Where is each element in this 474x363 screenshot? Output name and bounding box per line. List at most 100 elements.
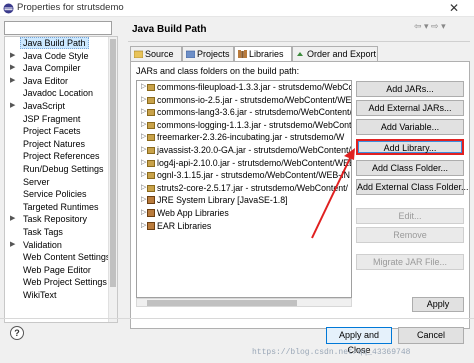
tab-label: Order and Export <box>307 49 377 59</box>
tab-label: Projects <box>197 49 230 59</box>
tree-row[interactable]: ▷ commons-fileupload-1.3.3.jar - strutsde… <box>137 81 351 94</box>
add-external-jars-button[interactable]: Add External JARs... <box>356 100 464 116</box>
tree-row[interactable]: ▷ commons-io-2.5.jar - strutsdemo/WebCont… <box>137 94 351 107</box>
expand-arrow-icon[interactable]: ▶ <box>10 75 15 88</box>
nav-item[interactable]: Server <box>5 176 117 189</box>
jar-icon <box>147 96 155 104</box>
nav-item[interactable]: Javadoc Location <box>5 87 117 100</box>
footer-separator <box>0 318 474 319</box>
filter-input[interactable] <box>4 21 112 35</box>
tab-label: Libraries <box>249 49 284 59</box>
expand-arrow-icon[interactable]: ▷ <box>141 106 146 119</box>
window-titlebar: Properties for strutsdemo ✕ <box>0 0 474 17</box>
tree-row[interactable]: ▷ ognl-3.1.15.jar - strutsdemo/WebContent… <box>137 169 351 182</box>
nav-item[interactable]: ▶ Java Code Style <box>5 50 117 63</box>
jar-icon <box>147 84 155 91</box>
tree-row-label: EAR Libraries <box>157 220 212 231</box>
jar-icon <box>147 134 155 142</box>
library-icon <box>147 208 155 217</box>
expand-arrow-icon[interactable]: ▷ <box>141 157 146 170</box>
edit-button[interactable]: Edit... <box>356 208 464 224</box>
expand-arrow-icon[interactable]: ▶ <box>10 213 15 226</box>
expand-arrow-icon[interactable]: ▶ <box>10 50 15 63</box>
nav-item[interactable]: Web Page Editor <box>5 264 117 277</box>
expand-arrow-icon[interactable]: ▷ <box>141 182 146 195</box>
nav-item[interactable]: Targeted Runtimes <box>5 201 117 214</box>
expand-arrow-icon[interactable]: ▷ <box>141 169 146 182</box>
tab-source[interactable]: Source <box>130 46 182 61</box>
nav-item[interactable]: ▶ Java Compiler <box>5 62 117 75</box>
expand-arrow-icon[interactable]: ▷ <box>141 81 146 94</box>
nav-item[interactable]: Task Tags <box>5 226 117 239</box>
tree-row-label: commons-logging-1.1.3.jar - strutsdemo/W… <box>157 119 352 130</box>
tree-row[interactable]: ▷ struts2-core-2.5.17.jar - strutsdemo/We… <box>137 182 351 195</box>
tree-row[interactable]: ▷ commons-lang3-3.6.jar - strutsdemo/WebC… <box>137 106 351 119</box>
order-export-icon <box>297 52 303 56</box>
migrate-jar-button[interactable]: Migrate JAR File... <box>356 254 464 270</box>
cancel-button[interactable]: Cancel <box>398 327 464 344</box>
expand-arrow-icon[interactable]: ▷ <box>141 144 146 157</box>
expand-arrow-icon[interactable]: ▷ <box>141 119 146 132</box>
add-variable-button[interactable]: Add Variable... <box>356 119 464 135</box>
page-title: Java Build Path <box>132 24 207 35</box>
add-external-class-folder-button[interactable]: Add External Class Folder... <box>356 179 469 195</box>
expand-arrow-icon[interactable]: ▷ <box>141 94 146 107</box>
apply-and-close-button[interactable]: Apply and Close <box>326 327 392 355</box>
tree-row-label: JRE System Library [JavaSE-1.8] <box>157 195 288 206</box>
nav-item[interactable]: Web Content Settings <box>5 251 117 264</box>
nav-item[interactable]: ▶ Validation <box>5 239 117 252</box>
nav-item[interactable]: ▶ JavaScript <box>5 100 117 113</box>
nav-scrollbar[interactable] <box>108 37 117 322</box>
remove-button[interactable]: Remove <box>356 227 464 243</box>
help-icon[interactable]: ? <box>10 326 24 340</box>
add-library-button[interactable]: Add Library... <box>356 139 464 155</box>
nav-item[interactable]: Project Natures <box>5 138 117 151</box>
nav-item[interactable]: Run/Debug Settings <box>5 163 117 176</box>
jar-icon <box>147 172 155 180</box>
window-close-button[interactable]: ✕ <box>434 0 474 17</box>
nav-item[interactable]: ▶ Java Editor <box>5 75 117 88</box>
expand-arrow-icon[interactable]: ▷ <box>141 194 146 207</box>
tree-row[interactable]: ▷ log4j-api-2.10.0.jar - strutsdemo/WebCo… <box>137 157 351 170</box>
nav-item[interactable]: Web Project Settings <box>5 276 117 289</box>
tree-row[interactable]: ▷ freemarker-2.3.26-incubating.jar - stru… <box>137 131 351 144</box>
expand-arrow-icon[interactable]: ▶ <box>10 62 15 75</box>
tree-scrollbar-thumb[interactable] <box>147 300 297 306</box>
nav-item-label: Javadoc Location <box>23 88 94 99</box>
nav-item[interactable]: Project References <box>5 150 117 163</box>
nav-item[interactable]: ▶ Task Repository <box>5 213 117 226</box>
build-path-tree[interactable]: ▷ commons-fileupload-1.3.3.jar - strutsde… <box>136 80 352 298</box>
tree-row-label: Web App Libraries <box>157 207 229 218</box>
tree-row[interactable]: ▷ javassist-3.20.0-GA.jar - strutsdemo/We… <box>137 144 351 157</box>
expand-arrow-icon[interactable]: ▷ <box>141 131 146 144</box>
tab-order-export[interactable]: Order and Export <box>292 46 378 61</box>
nav-item-label: Project Natures <box>23 138 86 149</box>
tab-projects[interactable]: Projects <box>182 46 234 61</box>
expand-arrow-icon[interactable]: ▶ <box>10 100 15 113</box>
nav-scrollbar-thumb[interactable] <box>110 39 116 287</box>
nav-item[interactable]: Java Build Path <box>5 37 117 50</box>
add-jars-button[interactable]: Add JARs... <box>356 81 464 97</box>
tree-row[interactable]: ▷ JRE System Library [JavaSE-1.8] <box>137 194 351 207</box>
tab-libraries[interactable]: Libraries <box>234 46 292 62</box>
nav-item[interactable]: WikiText <box>5 289 117 302</box>
history-navigation[interactable]: ⇦ ▾ ⇨ ▾ <box>414 21 446 32</box>
nav-item-label: Task Repository <box>23 214 88 225</box>
add-class-folder-button[interactable]: Add Class Folder... <box>356 160 464 176</box>
tree-row[interactable]: ▷ Web App Libraries <box>137 207 351 220</box>
eclipse-app-icon <box>3 3 14 14</box>
nav-item[interactable]: Service Policies <box>5 188 117 201</box>
expand-arrow-icon[interactable]: ▶ <box>10 239 15 252</box>
title-separator <box>128 41 470 42</box>
nav-item[interactable]: JSP Fragment <box>5 113 117 126</box>
expand-arrow-icon[interactable]: ▷ <box>141 220 146 233</box>
tree-horizontal-scrollbar[interactable] <box>136 298 352 307</box>
tree-row[interactable]: ▷ EAR Libraries <box>137 220 351 233</box>
jar-icon <box>147 146 155 154</box>
tree-row[interactable]: ▷ commons-logging-1.1.3.jar - strutsdemo/… <box>137 119 351 132</box>
apply-button[interactable]: Apply <box>412 297 464 312</box>
project-icon <box>186 50 195 58</box>
expand-arrow-icon[interactable]: ▷ <box>141 207 146 220</box>
nav-item[interactable]: Project Facets <box>5 125 117 138</box>
nav-item-label: Targeted Runtimes <box>23 201 99 212</box>
